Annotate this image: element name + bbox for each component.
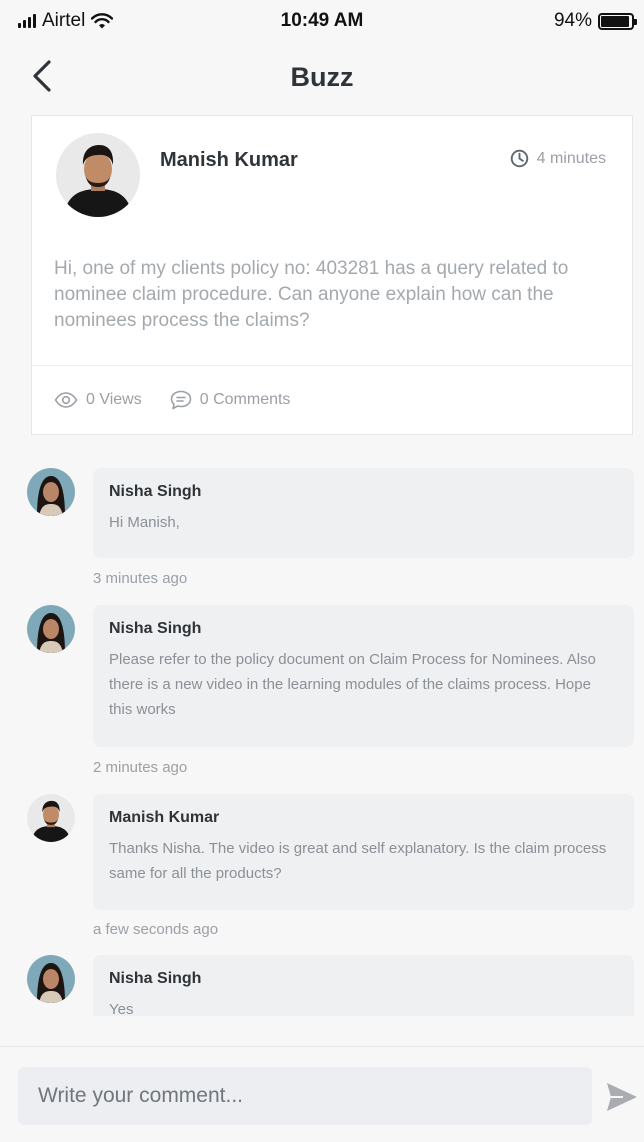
- post-card: Manish Kumar 4 minutes Hi, one of my cli…: [31, 115, 633, 435]
- avatar[interactable]: [27, 468, 75, 516]
- post-time: 4 minutes: [510, 149, 606, 168]
- battery-icon: [598, 12, 637, 30]
- avatar-nisha-icon: [27, 468, 75, 516]
- avatar[interactable]: [27, 955, 75, 1003]
- comment-text: Thanks Nisha. The video is great and sel…: [109, 840, 607, 882]
- post-stats: 0 Views 0 Comments: [54, 390, 290, 410]
- comments-label: 0 Comments: [199, 391, 291, 408]
- comment-bubble: Nisha Singh Hi Manish,: [93, 468, 634, 558]
- status-right: 94%: [553, 10, 637, 32]
- send-icon: [607, 1083, 637, 1111]
- avatar-manish-icon: [27, 794, 75, 842]
- avatar-manish-icon: [56, 133, 140, 217]
- comment-icon: [170, 390, 192, 410]
- comments-stat[interactable]: 0 Comments: [170, 390, 291, 410]
- comment-author[interactable]: Nisha Singh: [109, 482, 618, 502]
- post-body: Hi, one of my clients policy no: 403281 …: [54, 258, 569, 331]
- eye-icon: [54, 392, 78, 408]
- comment-author[interactable]: Manish Kumar: [109, 808, 618, 828]
- post-author[interactable]: Manish Kumar: [160, 149, 298, 172]
- status-time: 10:49 AM: [280, 10, 364, 31]
- comment-bubble: Nisha Singh Yes: [93, 955, 634, 1016]
- page-title: Buzz: [290, 62, 354, 92]
- comment-composer: [0, 1046, 644, 1142]
- comment-bubble: Manish Kumar Thanks Nisha. The video is …: [93, 794, 634, 910]
- avatar[interactable]: [27, 794, 75, 842]
- comment-text: Yes: [109, 1001, 134, 1016]
- avatar[interactable]: [27, 605, 75, 653]
- comment-input[interactable]: [18, 1067, 592, 1125]
- comment-time: 3 minutes ago: [93, 570, 188, 587]
- post-divider: [32, 365, 632, 366]
- comment-text: Hi Manish,: [109, 514, 180, 531]
- avatar-nisha-icon: [27, 955, 75, 1003]
- send-button[interactable]: [604, 1079, 640, 1115]
- avatar-nisha-icon: [27, 605, 75, 653]
- post-time-label: 4 minutes: [536, 149, 606, 167]
- avatar[interactable]: [56, 133, 140, 217]
- header: Buzz: [0, 46, 644, 108]
- views-stat: 0 Views: [54, 391, 142, 409]
- battery-percent: 94%: [553, 10, 592, 31]
- clock-icon: [510, 149, 528, 168]
- comment-author[interactable]: Nisha Singh: [109, 969, 618, 989]
- comment-time: 2 minutes ago: [93, 759, 188, 776]
- battery-level: [601, 15, 630, 27]
- comment-text: Please refer to the policy document on C…: [109, 651, 596, 718]
- comment-bubble: Nisha Singh Please refer to the policy d…: [93, 605, 634, 747]
- status-bar: Airtel 10:49 AM 94%: [0, 0, 644, 46]
- comments-list[interactable]: Nisha Singh Hi Manish, 3 minutes ago Nis…: [0, 440, 644, 1016]
- comment-author[interactable]: Nisha Singh: [109, 619, 618, 639]
- views-label: 0 Views: [86, 391, 142, 408]
- comment-time: a few seconds ago: [93, 921, 219, 938]
